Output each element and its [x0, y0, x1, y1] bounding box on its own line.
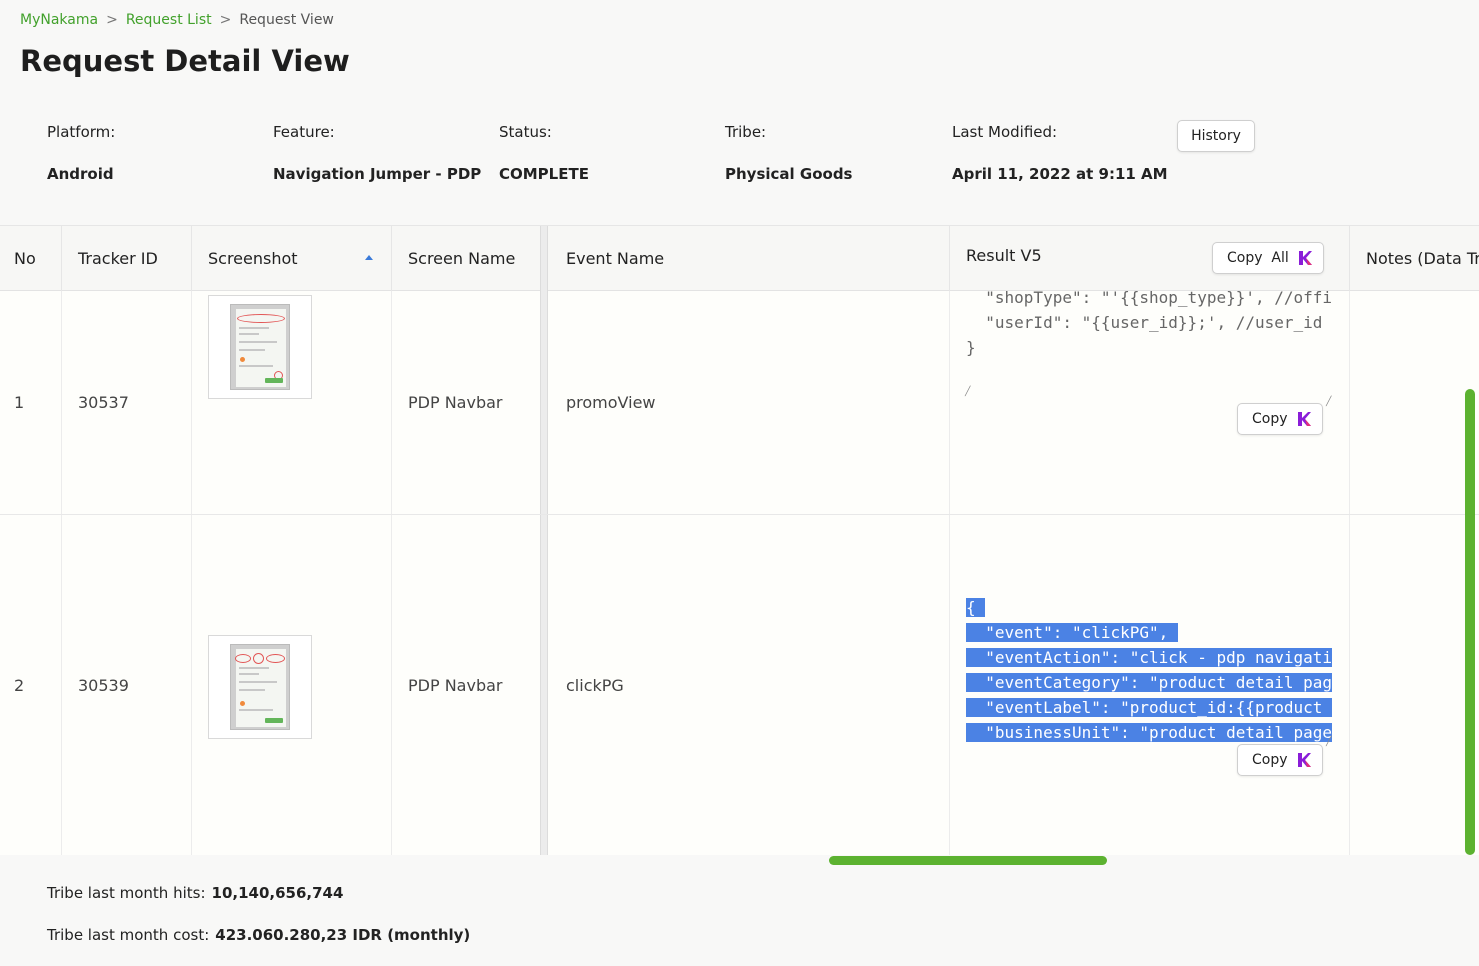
tracker-table: No Tracker ID Screenshot Screen Name Eve…	[0, 225, 1479, 855]
code-line: }	[966, 338, 976, 357]
copy-label: Copy	[1252, 752, 1288, 768]
copy-label: Copy	[1252, 411, 1288, 427]
header-tracker-id: Tracker ID	[62, 226, 192, 291]
sort-ascending-icon[interactable]	[365, 255, 373, 260]
resize-handle-icon[interactable]: ╱	[1326, 397, 1331, 407]
feature-label: Feature:	[273, 123, 335, 141]
header-result-label: Result V5	[966, 246, 1042, 265]
row-screen-name: PDP Navbar	[392, 515, 542, 855]
phone-screenshot-image	[230, 644, 290, 730]
breadcrumb-home-link[interactable]: MyNakama	[20, 12, 98, 28]
code-line-selected: "eventAction": "click - pdp navigati	[966, 648, 1332, 667]
k-logo-icon	[1297, 250, 1313, 266]
platform-label: Platform:	[47, 123, 116, 141]
row-event-name: promoView	[550, 291, 950, 514]
tribe-label: Tribe:	[725, 123, 767, 141]
header-screenshot-label: Screenshot	[208, 249, 298, 268]
row-no: 1	[0, 291, 62, 514]
code-line: "shopType": "'{{shop_type}}', //offi	[966, 288, 1332, 307]
code-line-selected: "eventCategory": "product detail pag	[966, 673, 1332, 692]
code-line-selected: "businessUnit": "product detail page	[966, 723, 1332, 742]
feature-value: Navigation Jumper - PDP	[273, 165, 482, 183]
row-screenshot-cell	[192, 515, 392, 855]
breadcrumb-request-list-link[interactable]: Request List	[126, 12, 212, 28]
tribe-cost-line: Tribe last month cost: 423.060.280,23 IDR…	[47, 926, 470, 944]
header-screen-name: Screen Name	[392, 226, 542, 291]
row-tracker-id: 30539	[62, 515, 192, 855]
breadcrumb: MyNakama > Request List > Request View	[20, 12, 334, 28]
row-notes	[1350, 515, 1479, 855]
result-code-textarea[interactable]: { "event": "clickPG", "eventAction": "cl…	[966, 595, 1332, 745]
code-line-selected: {	[966, 598, 986, 617]
tribe-value: Physical Goods	[725, 165, 853, 183]
last-modified-value: April 11, 2022 at 9:11 AM	[952, 165, 1168, 183]
breadcrumb-separator: >	[106, 12, 118, 28]
k-logo-icon	[1296, 752, 1312, 768]
breadcrumb-separator: >	[219, 12, 232, 28]
tribe-hits-line: Tribe last month hits: 10,140,656,744	[47, 884, 343, 902]
code-line-selected: "eventLabel": "product_id:{{product	[966, 698, 1332, 717]
vertical-scrollbar[interactable]	[1465, 389, 1475, 855]
row-result-cell: "shopType": "'{{shop_type}}', //offi "us…	[950, 288, 1350, 514]
result-code-textarea[interactable]: "shopType": "'{{shop_type}}', //offi "us…	[966, 285, 1332, 393]
tribe-cost-label: Tribe last month cost:	[47, 926, 210, 944]
row-no: 2	[0, 515, 62, 855]
history-button[interactable]: History	[1177, 120, 1255, 152]
copy-button[interactable]: Copy	[1237, 744, 1323, 776]
status-label: Status:	[499, 123, 552, 141]
row-event-name: clickPG	[550, 515, 950, 855]
code-line: "userId": "{{user_id}};', //user_id	[966, 313, 1323, 332]
tribe-hits-label: Tribe last month hits:	[47, 884, 206, 902]
header-no: No	[0, 226, 62, 291]
row-notes	[1350, 291, 1479, 514]
resize-handle-icon[interactable]: ╱	[1326, 737, 1331, 747]
tribe-hits-value: 10,140,656,744	[211, 884, 344, 902]
row-tracker-id: 30537	[62, 291, 192, 514]
row-screen-name: PDP Navbar	[392, 291, 542, 514]
copy-button[interactable]: Copy	[1237, 403, 1323, 435]
row-result-cell: { "event": "clickPG", "eventAction": "cl…	[950, 515, 1350, 855]
copy-all-label: Copy All	[1227, 250, 1289, 266]
header-notes: Notes (Data Tra	[1366, 249, 1479, 268]
header-screenshot[interactable]: Screenshot	[192, 226, 392, 291]
k-logo-icon	[1296, 411, 1312, 427]
screenshot-thumbnail[interactable]	[208, 295, 312, 399]
table-row: 2 30539 PDP Navbar clickPG {"event": "c…	[0, 515, 1479, 855]
phone-screenshot-image	[230, 304, 290, 390]
last-modified-label: Last Modified:	[952, 123, 1058, 141]
breadcrumb-current: Request View	[239, 12, 334, 28]
resize-handle-icon[interactable]: ╱	[965, 387, 970, 397]
page-title: Request Detail View	[20, 44, 350, 78]
copy-all-button[interactable]: Copy All	[1212, 242, 1324, 274]
table-header: No Tracker ID Screenshot Screen Name Eve…	[0, 226, 1479, 291]
header-event-name: Event Name	[550, 226, 950, 291]
code-line-selected: "event": "clickPG",	[966, 623, 1178, 642]
platform-value: Android	[47, 165, 114, 183]
tribe-cost-value: 423.060.280,23 IDR (monthly)	[215, 926, 471, 944]
table-row: 1 30537 PDP Navbar promoView "shopType":…	[0, 288, 1479, 515]
screenshot-thumbnail[interactable]	[208, 635, 312, 739]
horizontal-scrollbar[interactable]	[829, 856, 1107, 865]
row-screenshot-cell	[192, 291, 392, 514]
status-value: COMPLETE	[499, 165, 589, 183]
